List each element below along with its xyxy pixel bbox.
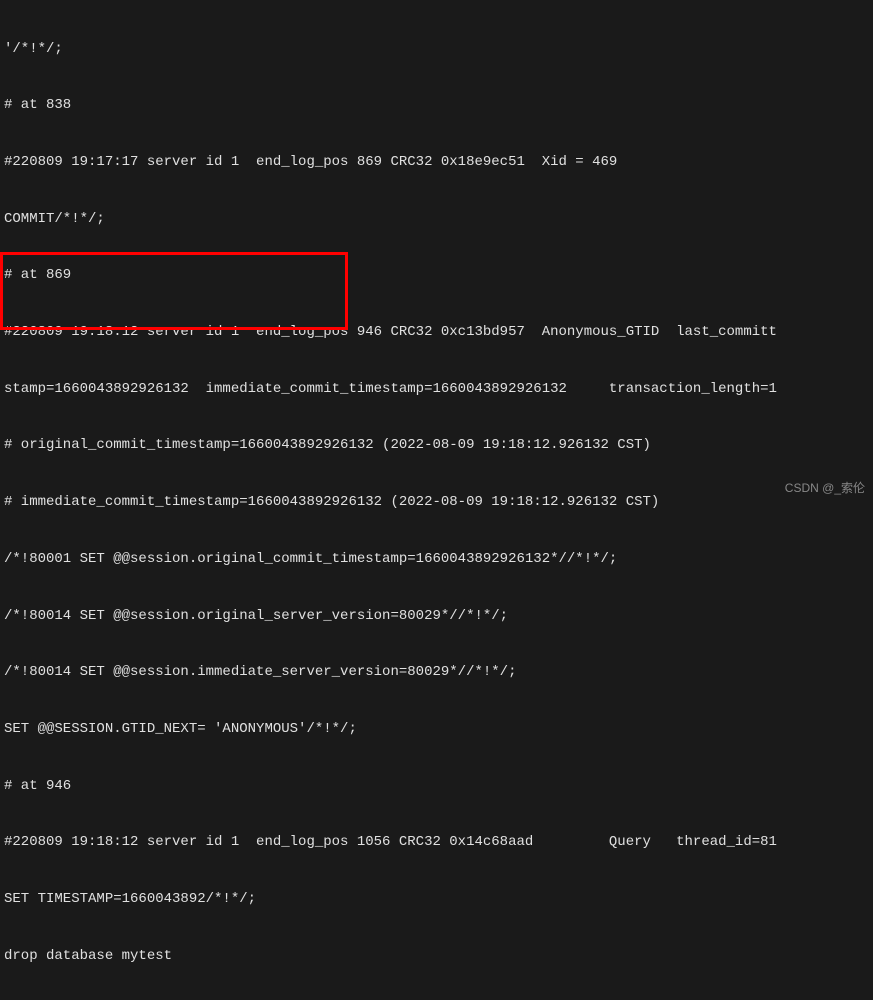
log-line: # immediate_commit_timestamp=16600438929…: [4, 493, 869, 512]
log-line: #220809 19:18:12 server id 1 end_log_pos…: [4, 323, 869, 342]
log-line: /*!80014 SET @@session.original_server_v…: [4, 607, 869, 626]
terminal-output[interactable]: '/*!*/; # at 838 #220809 19:17:17 server…: [0, 0, 873, 1000]
log-line: # at 838: [4, 96, 869, 115]
log-line: drop database mytest: [4, 947, 869, 966]
log-line: SET TIMESTAMP=1660043892/*!*/;: [4, 890, 869, 909]
log-line: # original_commit_timestamp=166004389292…: [4, 436, 869, 455]
log-line: stamp=1660043892926132 immediate_commit_…: [4, 380, 869, 399]
log-line: #220809 19:18:12 server id 1 end_log_pos…: [4, 833, 869, 852]
log-line: #220809 19:17:17 server id 1 end_log_pos…: [4, 153, 869, 172]
log-line: COMMIT/*!*/;: [4, 210, 869, 229]
log-line: /*!80001 SET @@session.original_commit_t…: [4, 550, 869, 569]
watermark-text: CSDN @_索伦: [785, 480, 865, 496]
log-line: # at 869: [4, 266, 869, 285]
highlight-box: [0, 252, 348, 330]
log-line: # at 946: [4, 777, 869, 796]
log-line: '/*!*/;: [4, 40, 869, 59]
log-line: /*!80014 SET @@session.immediate_server_…: [4, 663, 869, 682]
log-line: SET @@SESSION.GTID_NEXT= 'ANONYMOUS'/*!*…: [4, 720, 869, 739]
